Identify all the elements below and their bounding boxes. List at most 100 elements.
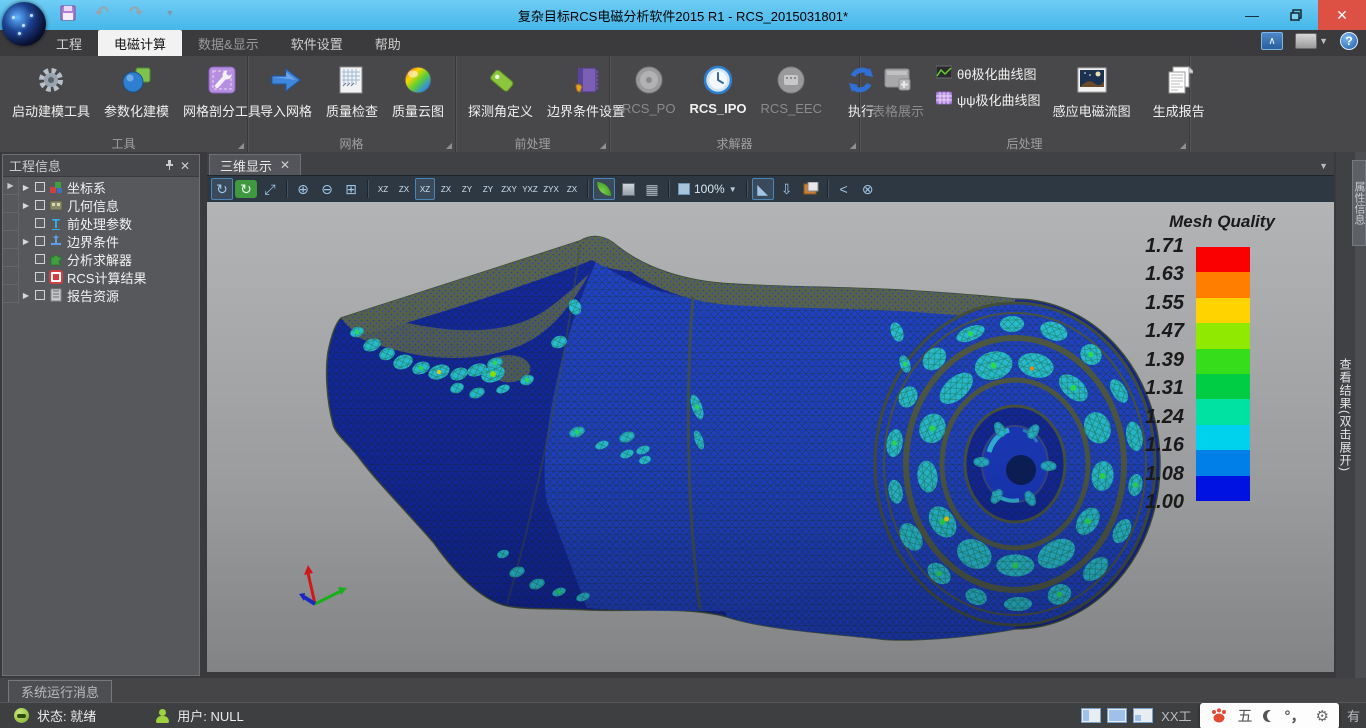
refresh-view-icon[interactable]: ↻ [235,180,257,198]
zoom-level-select[interactable]: 100% ▼ [674,182,741,196]
view-zx-icon[interactable]: ZX [394,178,414,200]
system-messages-tab[interactable]: 系统运行消息 [8,680,112,702]
download-view-icon[interactable]: ⇩ [776,178,798,200]
view-xz-icon[interactable]: XZ [373,178,393,200]
panel-layout-bottom-icon[interactable] [1133,708,1153,723]
tab-project[interactable]: 工程 [40,30,98,56]
pin-icon[interactable] [161,159,177,173]
close-button[interactable]: ✕ [1318,0,1366,30]
ime-punctuation-icon[interactable]: °， [1285,705,1306,726]
help-icon[interactable]: ? [1340,32,1358,50]
quality-contour-button[interactable]: 质量云图 [386,60,450,123]
ribbon-group-mesh: 导入网格 质量检查 质量云图 网格◢ [248,56,456,152]
wireframe-mode-icon[interactable] [617,178,639,200]
tree-root-expander-icon[interactable]: ▶ [3,177,18,195]
dialog-launcher-icon[interactable]: ◢ [238,141,244,150]
legend-color-band [1196,399,1250,424]
import-arrow-icon [269,63,303,97]
tab-settings[interactable]: 软件设置 [275,30,359,56]
view-zx-icon[interactable]: ZX [562,178,582,200]
dialog-launcher-icon[interactable]: ◢ [600,141,606,150]
generate-report-button[interactable]: 生成报告 [1147,60,1211,123]
launch-modeling-tool-button[interactable]: 启动建模工具 [6,60,96,123]
properties-tab-label: 属性信息 [1351,181,1366,225]
view-xz-icon[interactable]: XZ [415,178,435,200]
properties-collapsed-tab[interactable]: 属性信息 [1352,160,1366,246]
panel-layout-full-icon[interactable] [1107,708,1127,723]
induced-current-map-button[interactable]: 感应电磁流图 [1047,60,1137,123]
panel-layout-left-icon[interactable] [1081,708,1101,723]
legend-value: 1.55 [1145,293,1184,313]
points-mode-icon[interactable]: ▦ [641,178,663,200]
tree-item-boundary-conditions[interactable]: ▶ 边界条件 [19,232,199,250]
tree-item-analysis-solver[interactable]: 分析求解器 [19,250,199,268]
ime-mode-key[interactable]: 五 [1238,705,1253,726]
ime-logo-paw-icon[interactable] [1210,707,1228,724]
legend-value: 1.31 [1145,378,1184,398]
minimize-button[interactable]: — [1230,0,1274,30]
detect-angle-button[interactable]: 探测角定义 [462,60,539,123]
zoom-in-icon[interactable]: ⊕ [292,178,314,200]
solver-rcs-ipo-button[interactable]: RCS_IPO [683,60,752,119]
view-zy-icon[interactable]: ZY [457,178,477,200]
main-area: 工程信息 ✕ ▶ ▶ 坐标系 ▶ [0,152,1366,678]
capture-image-icon[interactable] [800,178,822,200]
dialog-launcher-icon[interactable]: ◢ [850,141,856,150]
tab-3d-display[interactable]: 三维显示 ✕ [209,154,301,175]
dialog-launcher-icon[interactable]: ◢ [446,141,452,150]
checkbox[interactable] [35,254,45,264]
checkbox[interactable] [35,200,45,210]
expand-icon[interactable]: ▶ [21,237,31,246]
tree-item-rcs-results[interactable]: RCS计算结果 [19,268,199,286]
share-icon[interactable]: < [833,178,855,200]
tab-help[interactable]: 帮助 [359,30,417,56]
close-panel-icon[interactable]: ✕ [177,159,193,173]
view-zx-icon[interactable]: ZX [436,178,456,200]
checkbox[interactable] [35,290,45,300]
tree-item-geometry-info[interactable]: ▶ 几何信息 [19,196,199,214]
tree-item-report-resources[interactable]: ▶ 报告资源 [19,286,199,304]
display-style-dropdown-icon[interactable]: ▼ [1319,36,1328,46]
expand-icon[interactable]: ▶ [21,183,31,192]
dialog-launcher-icon[interactable]: ◢ [1180,141,1186,150]
zoom-window-icon[interactable]: ⊞ [340,178,362,200]
shaded-mode-icon[interactable] [593,178,615,200]
collapse-ribbon-icon[interactable]: ∧ [1261,32,1283,50]
ime-toolbar[interactable]: 五 °， ⚙ [1200,703,1339,728]
import-mesh-button[interactable]: 导入网格 [254,60,318,123]
solver-rcs-eec-button[interactable]: RCS_EEC [755,60,828,119]
parametric-modeling-button[interactable]: 参数化建模 [98,60,175,123]
checkbox[interactable] [35,182,45,192]
tree-item-coordinate-system[interactable]: ▶ 坐标系 [19,178,199,196]
tree-item-preprocess-params[interactable]: T 前处理参数 [19,214,199,232]
app-logo-icon[interactable] [2,2,46,46]
display-style-icon[interactable] [1295,33,1317,49]
ime-moon-icon[interactable] [1263,710,1275,722]
quality-check-button[interactable]: 质量检查 [320,60,384,123]
solver-rcs-po-button[interactable]: RCS_PO [616,60,681,119]
expand-icon[interactable]: ▶ [21,291,31,300]
close-tab-icon[interactable]: ✕ [280,158,290,172]
surface-select-icon[interactable]: ◣ [752,178,774,200]
tab-list-dropdown-icon[interactable]: ▼ [1313,161,1334,175]
restore-button[interactable] [1274,0,1318,30]
ime-settings-gear-icon[interactable]: ⚙ [1316,707,1329,725]
tab-em-compute[interactable]: 电磁计算 [98,30,182,56]
zoom-out-icon[interactable]: ⊖ [316,178,338,200]
3d-canvas[interactable]: Mesh Quality 1.711.631.551.471.391.311.2… [207,202,1334,672]
psi-polarization-curve-button[interactable]: ψψ极化曲线图 [936,90,1041,109]
expand-icon[interactable]: ▶ [21,201,31,210]
rotate-view-icon[interactable]: ↻ [211,178,233,200]
checkbox[interactable] [35,236,45,246]
tab-data-display[interactable]: 数据&显示 [182,30,275,56]
checkbox[interactable] [35,218,45,228]
pan-zoom-icon[interactable]: ⤢ [259,178,281,200]
view-yxz-icon[interactable]: YXZ [520,178,540,200]
view-zyx-icon[interactable]: ZYX [541,178,561,200]
table-display-button[interactable]: 表格展示 [866,60,930,123]
stop-icon[interactable]: ⊗ [857,178,879,200]
view-zxy-icon[interactable]: ZXY [499,178,519,200]
checkbox[interactable] [35,272,45,282]
view-zy-icon[interactable]: ZY [478,178,498,200]
theta-polarization-curve-button[interactable]: θθ极化曲线图 [936,64,1041,83]
